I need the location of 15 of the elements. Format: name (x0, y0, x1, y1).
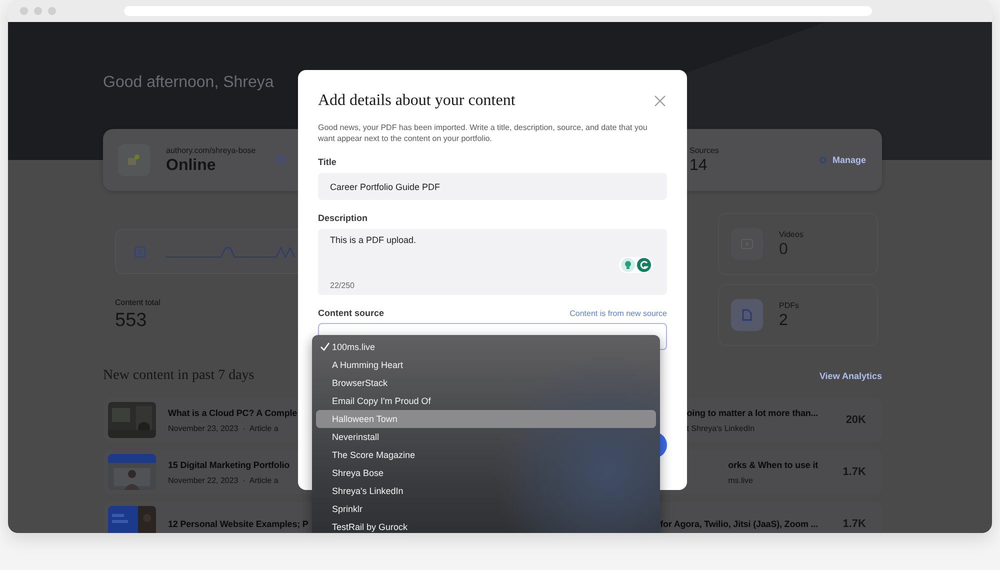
dialog-title: Add details about your content (318, 92, 516, 110)
sources-count: 14 (689, 156, 708, 174)
field-label: Title (318, 157, 338, 167)
content-total-label: Content total (115, 298, 160, 307)
character-counter: 22/250 (330, 281, 354, 290)
content-meta: t Shreya's LinkedIn (686, 424, 756, 432)
content-meta: November 23, 2023 · Article a (168, 424, 280, 432)
dialog-message: Good news, your PDF has been imported. Write a title, description, source, and date that you want appear next to the content on your portfolio. (318, 122, 648, 144)
content-meta: ms.live (728, 476, 754, 484)
profile-status: Online (166, 156, 217, 174)
sources-label: Sources (689, 146, 720, 154)
content-meta: November 22, 2023 · Article a (168, 476, 280, 484)
field-label: Description (318, 213, 369, 223)
field-label: Content source (318, 308, 384, 318)
greeting: Good afternoon, Shreya (103, 73, 275, 93)
